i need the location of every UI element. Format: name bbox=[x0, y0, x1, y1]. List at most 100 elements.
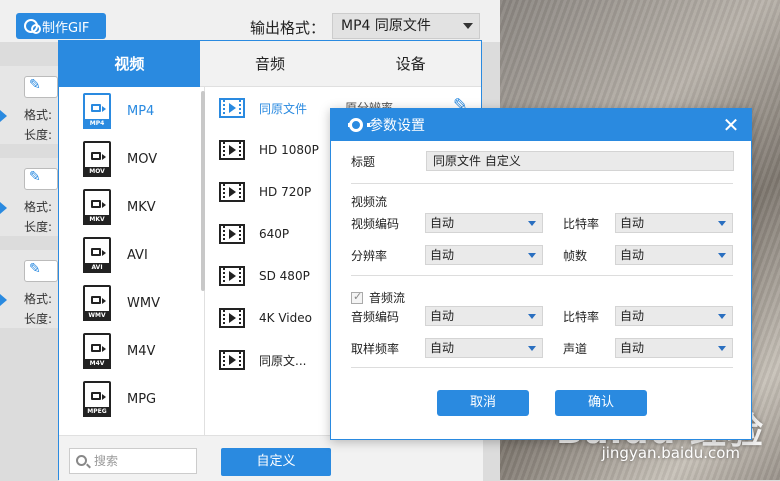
channel-select[interactable]: 自动 bbox=[615, 338, 733, 358]
framerate-select[interactable]: 自动 bbox=[615, 245, 733, 265]
format-label: M4V bbox=[127, 343, 156, 359]
video-file-icon: WMV bbox=[83, 285, 111, 321]
audio-stream-toggle[interactable]: 音频流 bbox=[351, 289, 405, 306]
expand-arrow-icon[interactable] bbox=[0, 202, 7, 214]
expand-arrow-icon[interactable] bbox=[0, 294, 7, 306]
preset-label: 同原文件 bbox=[259, 101, 308, 116]
format-item-avi[interactable]: AVI AVI bbox=[59, 231, 204, 279]
preset-label: SD 480P bbox=[259, 269, 310, 283]
format-label: WMV bbox=[127, 295, 160, 311]
format-label: MKV bbox=[127, 199, 156, 215]
chevron-down-icon bbox=[463, 23, 473, 29]
dialog-title: 参数设置 bbox=[369, 118, 425, 134]
chevron-down-icon bbox=[528, 314, 536, 319]
channel-label: 声道 bbox=[563, 342, 588, 356]
edit-button[interactable] bbox=[24, 76, 58, 98]
video-file-icon: MP4 bbox=[83, 93, 111, 129]
chevron-down-icon bbox=[718, 314, 726, 319]
audio-bitrate-label: 比特率 bbox=[563, 310, 600, 324]
video-codec-select[interactable]: 自动 bbox=[425, 213, 543, 233]
divider bbox=[351, 183, 733, 184]
cancel-button[interactable]: 取消 bbox=[437, 390, 529, 416]
preset-label: HD 720P bbox=[259, 185, 312, 199]
make-gif-button[interactable]: 制作GIF bbox=[16, 13, 106, 39]
film-icon bbox=[219, 308, 245, 328]
format-item-m4v[interactable]: M4V M4V bbox=[59, 327, 204, 375]
format-label: 格式: bbox=[24, 108, 53, 122]
format-item-mkv[interactable]: MKV MKV bbox=[59, 183, 204, 231]
preset-label: 4K Video bbox=[259, 311, 312, 325]
confirm-button[interactable]: 确认 bbox=[555, 390, 647, 416]
tab-audio[interactable]: 音频 bbox=[199, 41, 341, 87]
title-field[interactable]: 同原文件 自定义 bbox=[426, 151, 734, 171]
parameters-dialog: 参数设置 ✕ 标题 同原文件 自定义 视频流 视频编码 自动 比特率 自动 分辨… bbox=[330, 108, 752, 440]
film-icon bbox=[219, 350, 245, 370]
format-item-wmv[interactable]: WMV WMV bbox=[59, 279, 204, 327]
chevron-down-icon bbox=[528, 221, 536, 226]
samplerate-value: 自动 bbox=[430, 341, 455, 355]
gear-icon bbox=[348, 118, 370, 132]
format-item-mpg[interactable]: MPEG MPG bbox=[59, 375, 204, 423]
watermark-url: jingyan.baidu.com bbox=[601, 444, 740, 462]
video-file-icon: MPEG bbox=[83, 381, 111, 417]
video-file-icon: MOV bbox=[83, 141, 111, 177]
channel-value: 自动 bbox=[620, 341, 645, 355]
tab-video[interactable]: 视频 bbox=[59, 41, 200, 87]
resolution-label: 分辨率 bbox=[351, 249, 388, 263]
format-label: 格式: bbox=[24, 292, 53, 306]
app-toolbar: 制作GIF 输出格式： MP4 同原文件 bbox=[0, 0, 500, 42]
output-format-value: MP4 同原文件 bbox=[341, 18, 431, 34]
tab-device[interactable]: 设备 bbox=[340, 41, 482, 87]
video-bitrate-label: 比特率 bbox=[563, 217, 600, 231]
output-format-label: 输出格式： bbox=[250, 19, 326, 37]
format-label: MOV bbox=[127, 151, 158, 167]
format-list: MP4 MP4 MOV MOV MKV MKV AVI AVI WMV WMV … bbox=[59, 87, 205, 435]
format-label: MP4 bbox=[127, 103, 155, 119]
audio-codec-value: 自动 bbox=[430, 309, 455, 323]
video-bitrate-select[interactable]: 自动 bbox=[615, 213, 733, 233]
file-item: 格式: 长度: bbox=[0, 158, 62, 236]
divider bbox=[351, 275, 733, 276]
preset-label: 同原文... bbox=[259, 353, 307, 368]
framerate-label: 帧数 bbox=[563, 249, 588, 263]
custom-button[interactable]: 自定义 bbox=[221, 448, 331, 476]
expand-arrow-icon[interactable] bbox=[0, 110, 7, 122]
search-placeholder: 搜索 bbox=[94, 454, 119, 468]
search-icon bbox=[76, 455, 87, 466]
format-item-mp4[interactable]: MP4 MP4 bbox=[59, 87, 204, 135]
output-format-select[interactable]: MP4 同原文件 bbox=[332, 13, 480, 39]
close-icon[interactable]: ✕ bbox=[721, 115, 741, 135]
dialog-header: 参数设置 ✕ bbox=[331, 109, 751, 141]
samplerate-select[interactable]: 自动 bbox=[425, 338, 543, 358]
checkbox[interactable] bbox=[351, 290, 363, 304]
edit-button[interactable] bbox=[24, 260, 58, 282]
file-item: 格式: 长度: bbox=[0, 66, 62, 144]
chevron-down-icon bbox=[718, 346, 726, 351]
audio-bitrate-select[interactable]: 自动 bbox=[615, 306, 733, 326]
video-file-icon: M4V bbox=[83, 333, 111, 369]
framerate-value: 自动 bbox=[620, 248, 645, 262]
audio-codec-select[interactable]: 自动 bbox=[425, 306, 543, 326]
divider bbox=[351, 367, 733, 368]
format-label: 格式: bbox=[24, 200, 53, 214]
film-icon bbox=[219, 182, 245, 202]
resolution-value: 自动 bbox=[430, 248, 455, 262]
search-input[interactable]: 搜索 bbox=[69, 448, 197, 474]
audio-bitrate-value: 自动 bbox=[620, 309, 645, 323]
preset-label: 640P bbox=[259, 227, 290, 241]
chevron-down-icon bbox=[718, 221, 726, 226]
scrollbar[interactable] bbox=[201, 91, 205, 291]
film-icon bbox=[219, 224, 245, 244]
preset-label: HD 1080P bbox=[259, 143, 319, 157]
resolution-select[interactable]: 自动 bbox=[425, 245, 543, 265]
video-stream-heading: 视频流 bbox=[351, 195, 388, 209]
video-bitrate-value: 自动 bbox=[620, 216, 645, 230]
audio-codec-label: 音频编码 bbox=[351, 310, 400, 324]
format-label: MPG bbox=[127, 391, 157, 407]
file-item: 格式: 长度: bbox=[0, 250, 62, 328]
edit-button[interactable] bbox=[24, 168, 58, 190]
format-label: AVI bbox=[127, 247, 148, 263]
format-item-mov[interactable]: MOV MOV bbox=[59, 135, 204, 183]
format-tabs: 视频 音频 设备 bbox=[59, 41, 482, 87]
title-label: 标题 bbox=[351, 155, 376, 169]
